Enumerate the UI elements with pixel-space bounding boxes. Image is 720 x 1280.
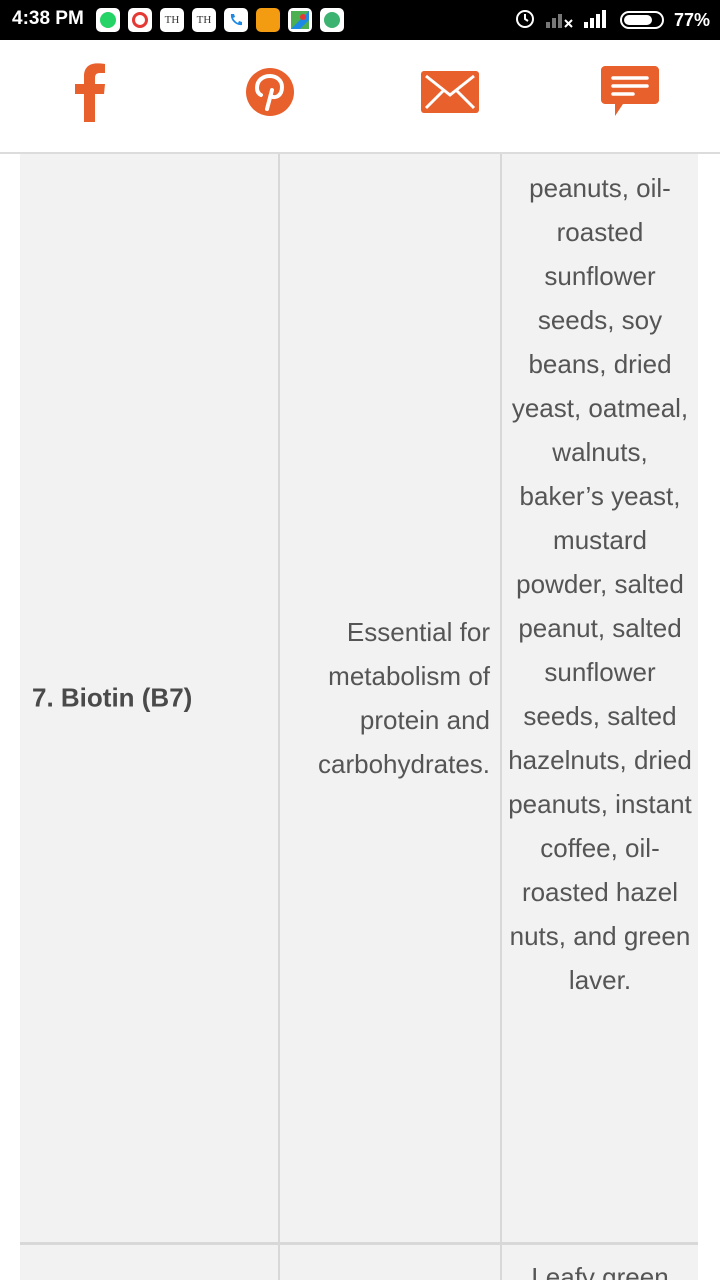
vitamin-name: 7. Biotin (B7) (32, 682, 193, 713)
status-time: 4:38 PM (12, 8, 84, 29)
table-row: Leafy green (20, 1245, 698, 1280)
the-hindu-icon: TH (160, 8, 184, 32)
vitamin-cell: 7. Biotin (B7) (20, 154, 278, 1242)
function-cell (278, 1245, 500, 1280)
email-icon (421, 70, 479, 118)
facebook-icon (73, 62, 107, 127)
share-bar (0, 40, 720, 154)
battery-percent: 77% (673, 9, 710, 30)
comment-share-button[interactable] (595, 62, 665, 126)
vitamin-sources: Oil-roasted peanuts, oil-roasted sunflow… (508, 154, 692, 995)
phone-icon (224, 8, 248, 32)
pinterest-icon (245, 67, 295, 122)
comment-icon (601, 65, 659, 123)
vitamin-function: Essential for metabolism of protein and … (318, 617, 490, 779)
email-share-button[interactable] (415, 62, 485, 126)
jabong-icon (256, 8, 280, 32)
pinterest-share-button[interactable] (235, 62, 305, 126)
the-hindu-icon: TH (192, 8, 216, 32)
status-bar: 4:38 PM TH TH 77% (0, 0, 720, 40)
signal-sim1-icon (545, 8, 574, 33)
sources-cell: Oil-roasted peanuts, oil-roasted sunflow… (500, 154, 698, 1242)
vitamin-cell (20, 1245, 278, 1280)
function-cell: Essential for metabolism of protein and … (278, 154, 500, 1242)
vitamin-table: 7. Biotin (B7) Essential for metabolism … (20, 154, 698, 1280)
alarm-icon (514, 7, 536, 34)
table-row: 7. Biotin (B7) Essential for metabolism … (20, 154, 698, 1242)
signal-sim2-icon (583, 8, 610, 33)
facebook-share-button[interactable] (55, 62, 125, 126)
vitamin-sources: Leafy green (531, 1262, 669, 1280)
battery-icon (619, 11, 664, 29)
sources-cell: Leafy green (500, 1245, 698, 1280)
alarm-app-icon (128, 8, 152, 32)
whatsapp-icon (96, 8, 120, 32)
maps-icon (288, 8, 312, 32)
hike-icon (320, 8, 344, 32)
